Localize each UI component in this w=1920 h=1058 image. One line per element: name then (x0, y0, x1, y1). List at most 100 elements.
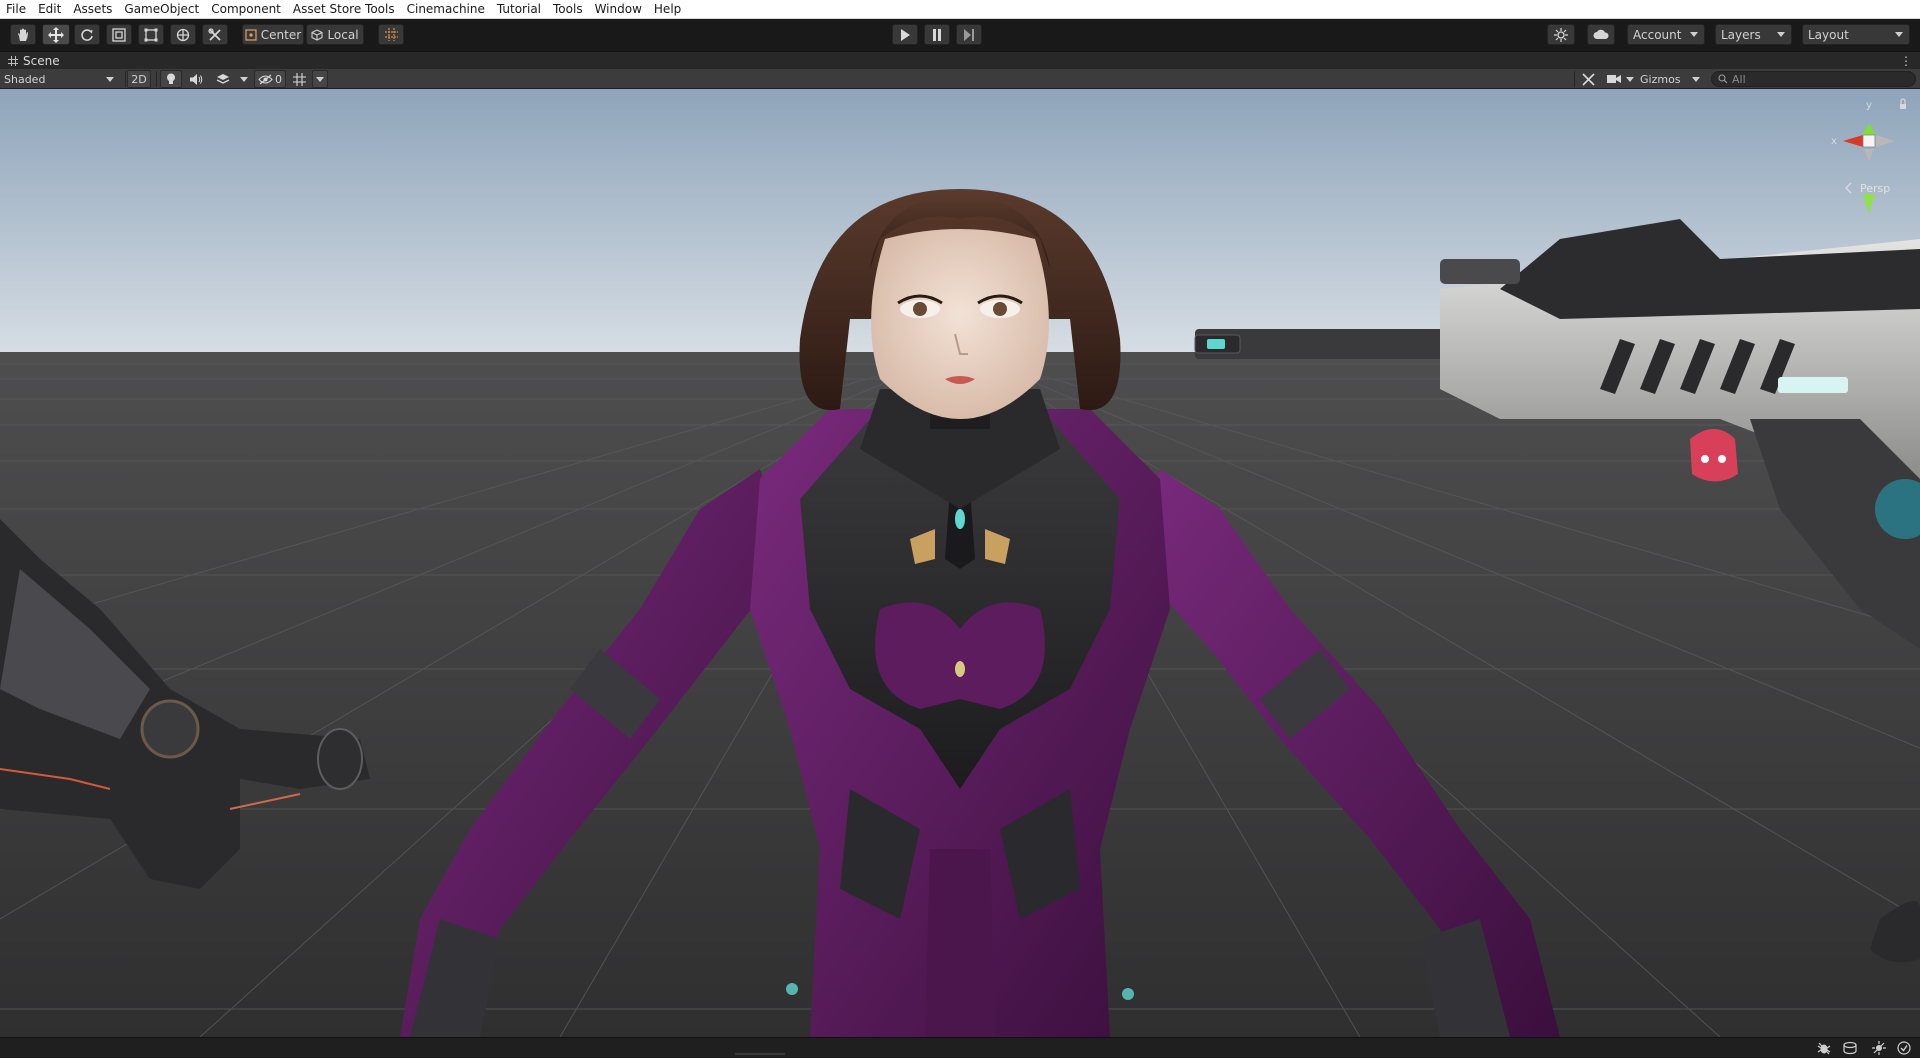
move-tool-button[interactable] (42, 24, 70, 45)
custom-tool-button[interactable] (202, 24, 228, 45)
gizmo-y-label: y (1866, 100, 1872, 111)
custom-tool-icon (208, 27, 221, 41)
scale-tool-button[interactable] (106, 24, 132, 45)
light-bulb-icon (167, 73, 175, 84)
toolbar-divider (125, 71, 126, 87)
grid-snap-button[interactable] (378, 24, 404, 45)
tab-menu-icon[interactable]: ⋮ (1900, 54, 1912, 68)
account-label: Account (1633, 27, 1682, 42)
auto-generate-lighting-icon[interactable] (1872, 1041, 1886, 1055)
layers-stack-icon[interactable] (1843, 1041, 1857, 1055)
gizmo-center-cube[interactable] (1862, 134, 1876, 148)
mode-2d-toggle[interactable]: 2D (127, 70, 151, 88)
camera-settings-button[interactable] (1603, 70, 1625, 88)
move-tool-icon (48, 26, 64, 43)
menu-window[interactable]: Window (595, 2, 642, 16)
gizmo-projection-label[interactable]: Persp (1860, 182, 1890, 195)
rotate-tool-icon (81, 28, 93, 41)
grid-snap-icon (384, 28, 398, 41)
check-circle-icon[interactable] (1897, 1041, 1911, 1055)
rect-tool-button[interactable] (138, 24, 164, 45)
tab-scene[interactable]: Scene (0, 52, 70, 70)
grid-settings-dropdown[interactable] (312, 70, 328, 88)
pivot-center-label: Center (260, 27, 302, 42)
chevron-down-icon (1777, 32, 1785, 37)
shading-mode-label: Shaded (4, 72, 46, 86)
menu-asset-store-tools[interactable]: Asset Store Tools (293, 2, 395, 16)
menu-file[interactable]: File (6, 2, 26, 16)
lighting-toggle[interactable] (160, 70, 182, 88)
wrench-cross-icon (1581, 72, 1595, 86)
play-button[interactable] (892, 24, 918, 45)
menu-gameobject[interactable]: GameObject (124, 2, 199, 16)
rect-tool-icon (144, 28, 158, 41)
tools-button[interactable] (1577, 70, 1599, 88)
services-button[interactable] (1547, 24, 1575, 45)
chevron-down-icon (1692, 77, 1700, 82)
menu-assets[interactable]: Assets (73, 2, 112, 16)
grid-icon (292, 72, 306, 86)
scene-visibility-toggle[interactable]: 0 (254, 70, 286, 88)
hand-tool-button[interactable] (10, 24, 36, 45)
layout-label: Layout (1808, 27, 1849, 42)
layout-dropdown[interactable]: Layout (1802, 24, 1910, 45)
pause-icon (933, 28, 941, 41)
pivot-center-icon (245, 28, 257, 41)
hidden-eye-icon (258, 74, 273, 84)
scene-search-input[interactable]: All (1711, 71, 1916, 87)
hand-tool-icon (18, 28, 28, 41)
pivot-center-toggle[interactable]: Center (242, 24, 304, 45)
gizmos-label: Gizmos (1640, 72, 1681, 86)
scene-render: y x Persp (0, 89, 1920, 1037)
speaker-icon (189, 73, 202, 85)
rotate-tool-button[interactable] (74, 24, 100, 45)
services-gear-icon (1554, 27, 1568, 42)
layers-dropdown[interactable]: Layers (1715, 24, 1792, 45)
effects-toggle[interactable] (210, 70, 236, 88)
tab-scene-label: Scene (23, 54, 60, 68)
cloud-icon (1593, 29, 1609, 39)
audio-toggle[interactable] (185, 70, 207, 88)
account-dropdown[interactable]: Account (1627, 24, 1705, 45)
menu-cinemachine[interactable]: Cinemachine (407, 2, 485, 16)
search-icon (1718, 74, 1728, 84)
chevron-down-icon (106, 77, 114, 82)
menu-bar: File Edit Assets GameObject Component As… (0, 0, 1920, 19)
layers-label: Layers (1721, 27, 1761, 42)
menu-edit[interactable]: Edit (38, 2, 61, 16)
play-icon (901, 28, 910, 41)
gizmo-x-label: x (1831, 136, 1837, 147)
chevron-down-icon (316, 76, 324, 82)
mode-2d-label: 2D (131, 72, 147, 86)
scene-viewport[interactable]: y x Persp (0, 89, 1920, 1037)
transform-tool-button[interactable] (170, 24, 196, 45)
toolbar-divider (156, 71, 157, 87)
menu-tutorial[interactable]: Tutorial (497, 2, 541, 16)
camera-icon (1607, 75, 1621, 83)
pivot-local-toggle[interactable]: Local (306, 24, 364, 45)
menu-help[interactable]: Help (654, 2, 681, 16)
cloud-button[interactable] (1587, 24, 1615, 45)
grid-visibility-toggle[interactable] (288, 70, 310, 88)
shading-mode-dropdown[interactable]: Shaded (2, 70, 120, 88)
local-space-icon (311, 28, 323, 41)
gizmo-lock-icon[interactable] (1900, 104, 1906, 109)
main-toolbar: Center Local Account Layers Layout (0, 19, 1920, 51)
gizmos-dropdown[interactable]: Gizmos (1638, 70, 1704, 88)
pause-button[interactable] (924, 24, 950, 45)
step-button[interactable] (956, 24, 982, 45)
status-resize-handle[interactable] (735, 1053, 785, 1055)
scene-grid-icon (8, 56, 18, 66)
chevron-down-icon (1895, 32, 1903, 37)
transform-tool-icon (176, 28, 190, 41)
toolbar-divider (1574, 71, 1575, 87)
effects-layers-icon (216, 74, 230, 84)
menu-tools[interactable]: Tools (553, 2, 583, 16)
menu-component[interactable]: Component (211, 2, 281, 16)
effects-dropdown[interactable] (237, 70, 251, 88)
chevron-down-icon (1690, 32, 1698, 37)
hidden-count: 0 (275, 72, 282, 86)
camera-settings-dropdown[interactable] (1624, 70, 1636, 88)
debug-bug-icon[interactable] (1817, 1041, 1831, 1055)
scene-tab-bar: Scene ⋮ (0, 51, 1920, 70)
